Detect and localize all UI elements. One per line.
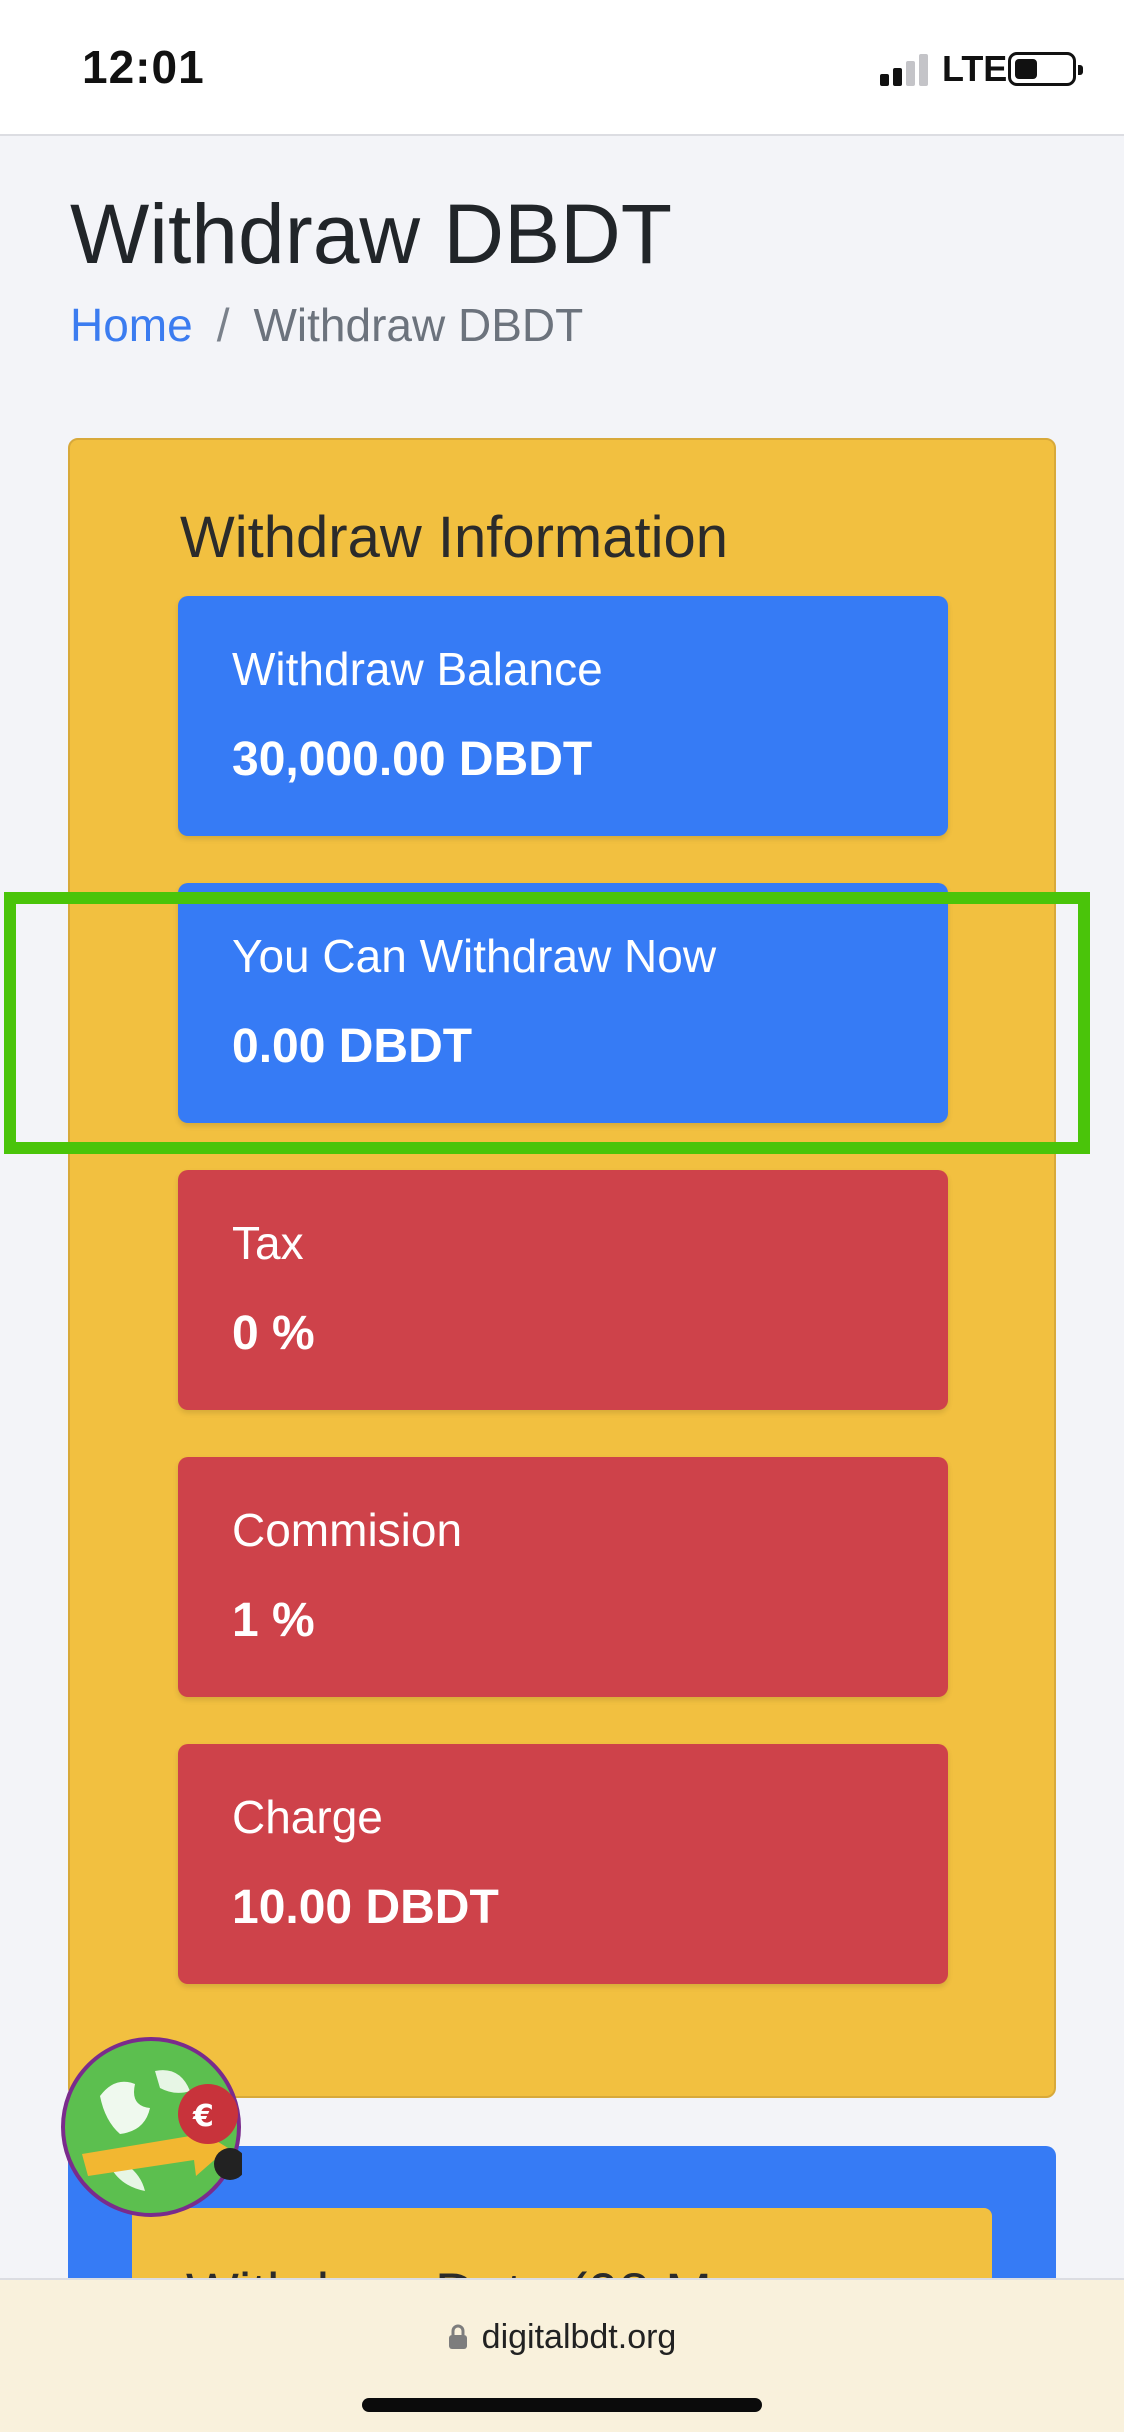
breadcrumb-separator: / (216, 299, 230, 351)
stat-label: Commision (232, 1504, 463, 1556)
stat-label: Withdraw Balance (232, 643, 603, 695)
battery-icon (1008, 52, 1083, 86)
url-display[interactable]: digitalbdt.org (0, 2318, 1124, 2357)
breadcrumb-current: Withdraw DBDT (253, 299, 584, 351)
withdraw-balance-card: Withdraw Balance 30,000.00 DBDT (178, 596, 948, 836)
stat-label: You Can Withdraw Now (232, 930, 717, 982)
url-text: digitalbdt.org (481, 2318, 677, 2356)
stat-label: Charge (232, 1791, 383, 1843)
page-title: Withdraw DBDT (70, 187, 673, 281)
stat-value: 30,000.00 DBDT (232, 733, 593, 786)
stat-value: 0.00 DBDT (232, 1020, 473, 1073)
stat-value: 0 % (232, 1307, 315, 1360)
status-bar: 12:01 LTE (0, 0, 1124, 136)
status-time: 12:01 (82, 41, 205, 93)
charge-card: Charge 10.00 DBDT (178, 1744, 948, 1984)
stat-label: Tax (232, 1217, 304, 1269)
tax-card: Tax 0 % (178, 1170, 948, 1410)
withdraw-now-card: You Can Withdraw Now 0.00 DBDT (178, 883, 948, 1123)
cellular-signal-icon (880, 52, 930, 86)
commission-card: Commision 1 % (178, 1457, 948, 1697)
currency-exchange-icon[interactable]: € (60, 2036, 246, 2218)
stat-value: 1 % (232, 1594, 315, 1647)
stat-value: 10.00 DBDT (232, 1881, 499, 1934)
withdraw-information-card: Withdraw Information Withdraw Balance 30… (68, 438, 1056, 2098)
home-indicator (362, 2398, 762, 2412)
network-type: LTE (942, 48, 1008, 89)
breadcrumb-home-link[interactable]: Home (70, 299, 193, 351)
breadcrumb: Home / Withdraw DBDT (70, 298, 583, 352)
withdraw-information-title: Withdraw Information (180, 505, 728, 570)
lock-icon (448, 2324, 467, 2349)
svg-text:€: € (192, 2099, 214, 2134)
